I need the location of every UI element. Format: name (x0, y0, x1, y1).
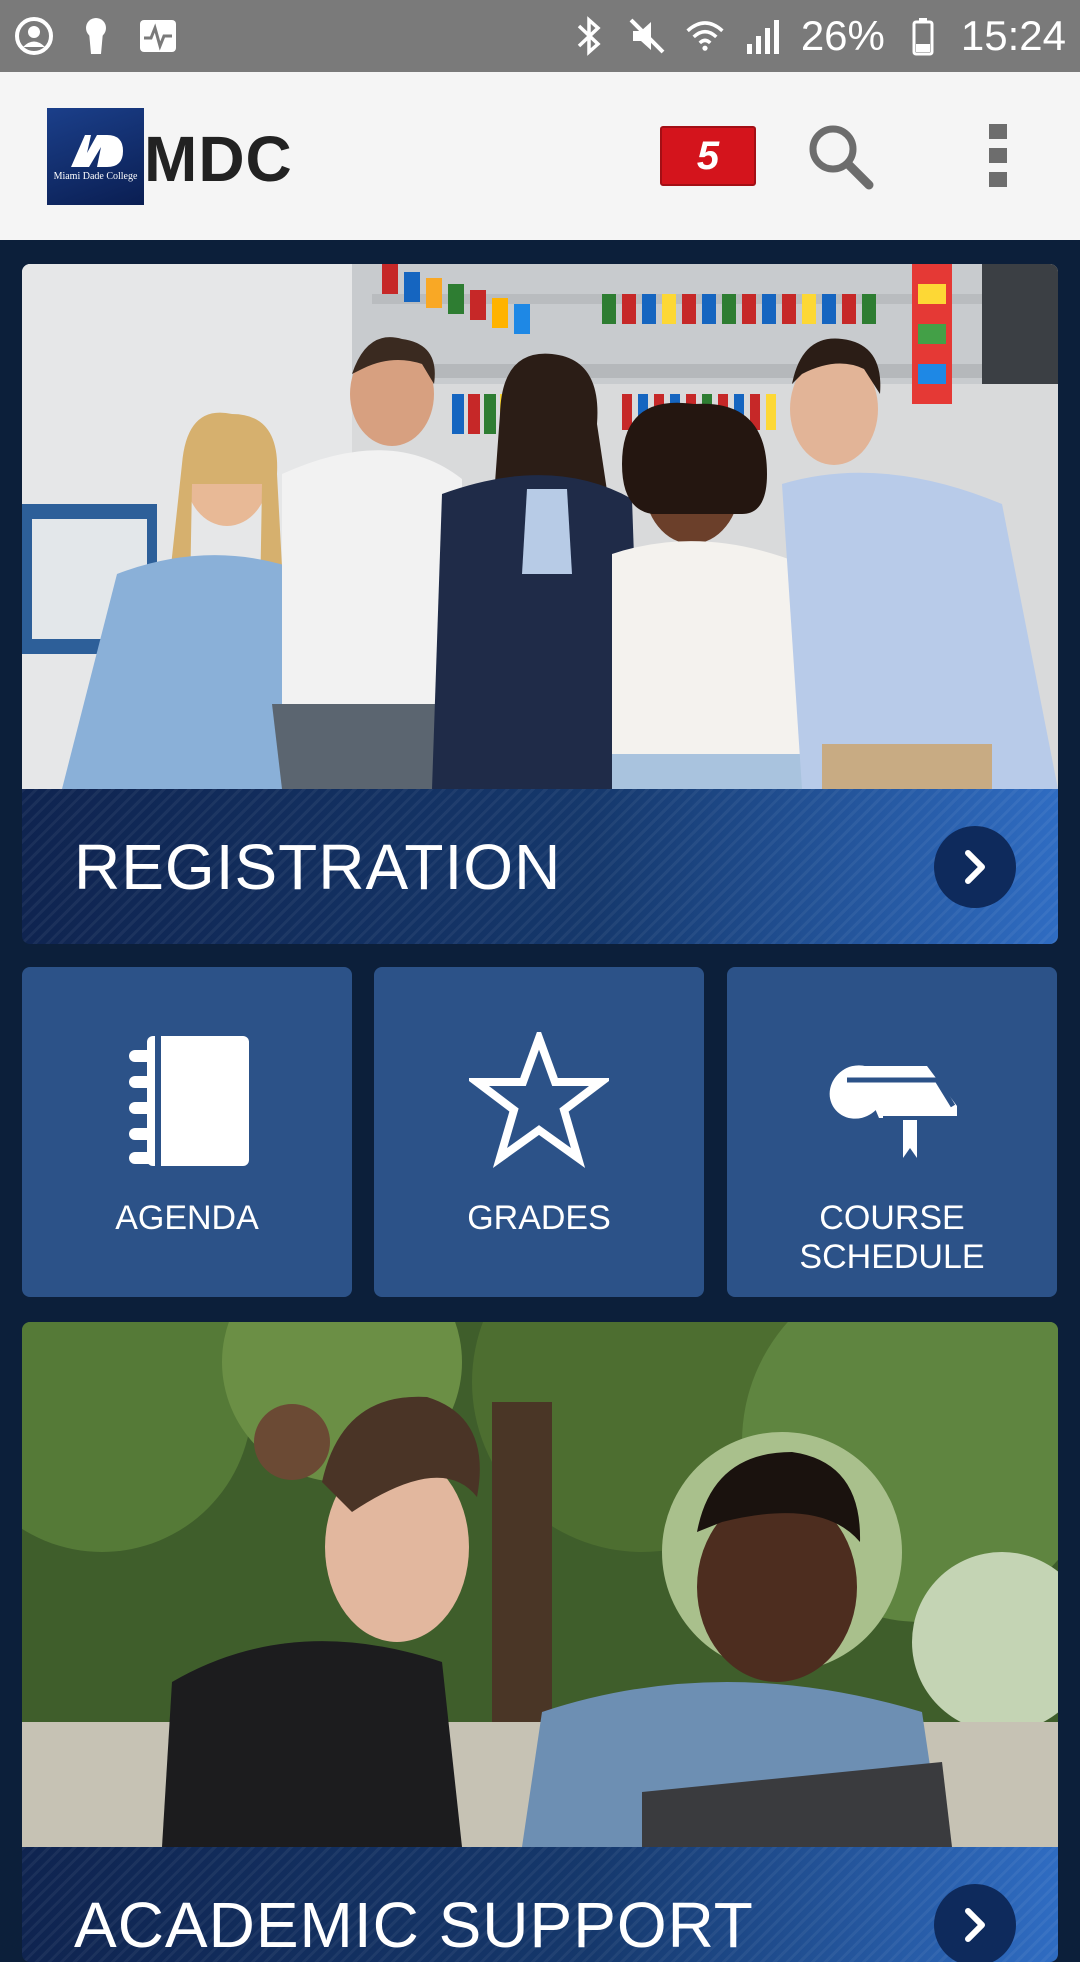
keyhole-icon (76, 16, 116, 56)
tile-grades[interactable]: GRADES (374, 967, 704, 1297)
wifi-icon (685, 16, 725, 56)
tile-agenda[interactable]: AGENDA (22, 967, 352, 1297)
more-vertical-icon (989, 124, 1007, 187)
bluetooth-icon (569, 16, 609, 56)
tile-agenda-label: AGENDA (115, 1199, 259, 1237)
notification-badge[interactable]: 5 (660, 126, 756, 186)
account-circle-icon (14, 16, 54, 56)
students-talking-photo (22, 1322, 1058, 1847)
tile-grades-label: GRADES (467, 1199, 611, 1237)
tile-course-schedule[interactable]: COURSE SCHEDULE (727, 967, 1057, 1297)
clock: 15:24 (960, 12, 1066, 59)
battery-icon (903, 16, 943, 56)
app-title: MDC (144, 123, 293, 195)
registration-arrow-button[interactable] (934, 826, 1016, 908)
diploma-icon (817, 1027, 967, 1177)
activity-icon (138, 16, 178, 56)
academic-support-arrow-button[interactable] (934, 1884, 1016, 1962)
academic-support-banner[interactable]: ACADEMIC SUPPORT (22, 1847, 1058, 1962)
registration-label: REGISTRATION (74, 831, 562, 903)
registration-card[interactable]: REGISTRATION (22, 264, 1058, 944)
app-bar: Miami Dade College MDC 5 (0, 72, 1080, 240)
chevron-right-icon (965, 1908, 985, 1942)
status-bar: 26% 15:24 (0, 0, 1080, 72)
mute-icon (627, 16, 667, 56)
registration-banner[interactable]: REGISTRATION (22, 789, 1058, 944)
academic-support-card[interactable]: ACADEMIC SUPPORT (22, 1322, 1058, 1962)
overflow-menu-button[interactable] (970, 116, 1026, 196)
signal-icon (743, 16, 783, 56)
college-logo[interactable]: Miami Dade College (47, 108, 144, 205)
search-icon (809, 125, 874, 190)
chevron-right-icon (965, 850, 985, 884)
students-group-photo (22, 264, 1058, 789)
notebook-icon (117, 1027, 257, 1177)
battery-percent: 26% (800, 12, 885, 59)
tile-course-schedule-label: COURSE SCHEDULE (799, 1199, 985, 1276)
logo-text: Miami Dade College (53, 171, 138, 182)
star-icon (469, 1027, 609, 1177)
md-logo-mark (70, 135, 123, 167)
academic-support-label: ACADEMIC SUPPORT (74, 1889, 754, 1961)
search-button[interactable] (800, 116, 880, 196)
